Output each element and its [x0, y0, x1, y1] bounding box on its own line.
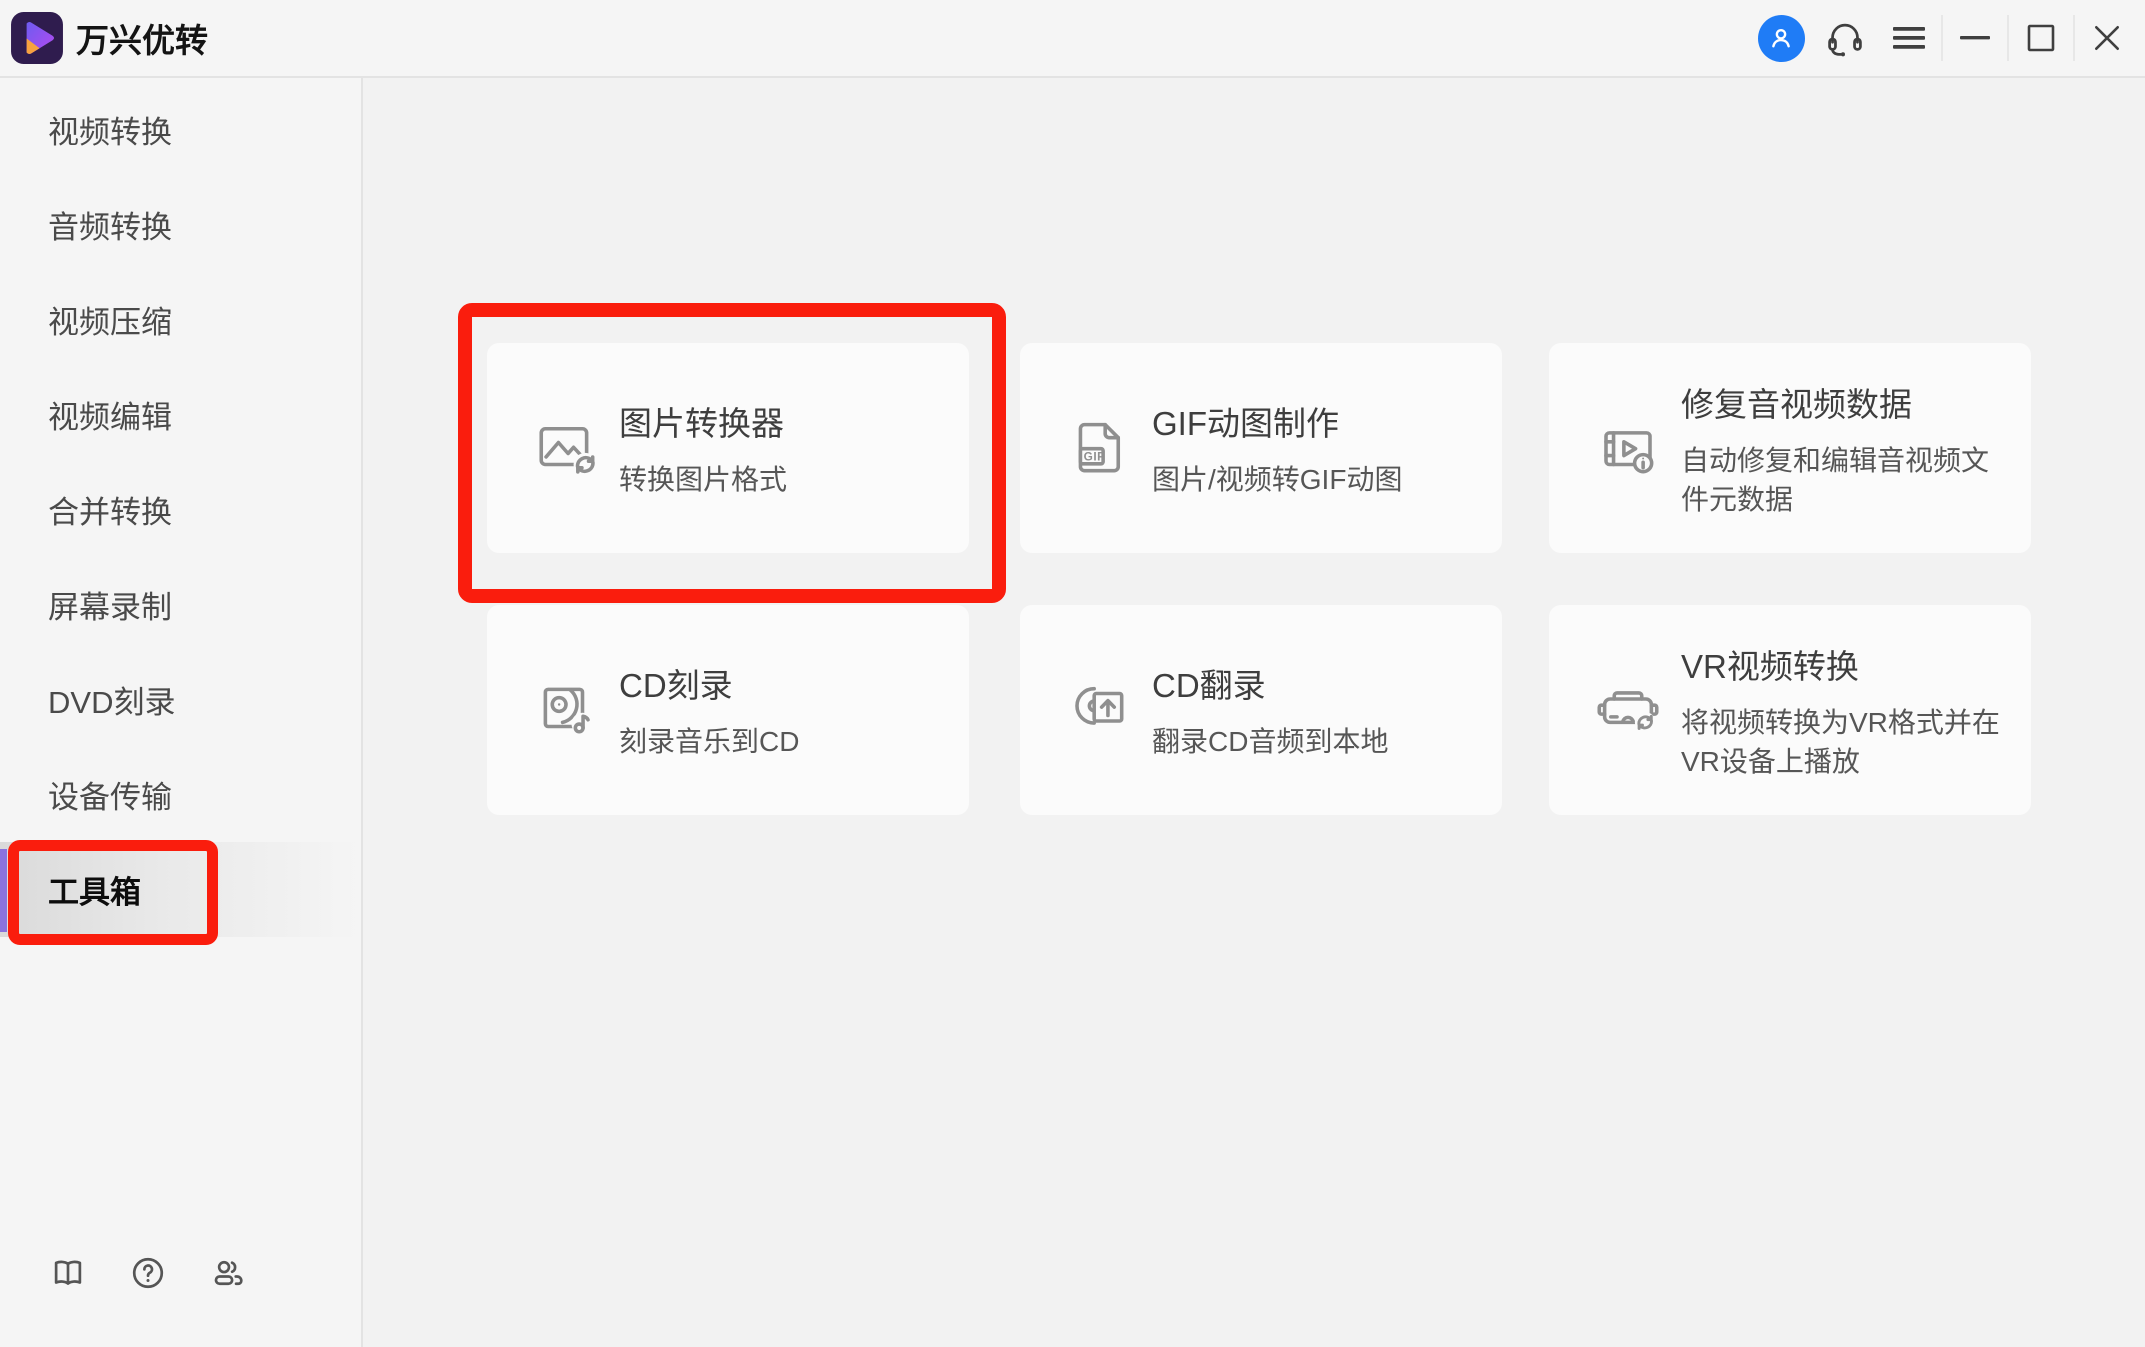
card-title: 修复音视频数据: [1681, 378, 1989, 426]
close-icon: [2092, 23, 2122, 53]
sidebar-item-label: DVD刻录: [48, 677, 175, 722]
user-guide-button[interactable]: [49, 1254, 87, 1292]
hamburger-icon: [1893, 27, 1925, 49]
card-text: CD刻录 刻录音乐到CD: [619, 659, 799, 761]
user-avatar-icon: [1758, 15, 1805, 62]
sidebar-item-video-convert[interactable]: 视频转换: [0, 82, 359, 177]
card-gif-maker[interactable]: GIF GIF动图制作 图片/视频转GIF动图: [1020, 343, 1502, 553]
sidebar-footer: [49, 1254, 247, 1292]
close-button[interactable]: [2075, 0, 2139, 76]
sidebar-item-label: 视频编辑: [48, 392, 172, 437]
sidebar-item-merge-convert[interactable]: 合并转换: [0, 462, 359, 557]
maximize-icon: [2027, 24, 2055, 52]
app-title: 万兴优转: [76, 0, 208, 76]
account-button[interactable]: [1749, 0, 1813, 76]
card-subtitle: 翻录CD音频到本地: [1152, 722, 1388, 761]
card-subtitle: 转换图片格式: [619, 460, 787, 499]
svg-text:GIF: GIF: [1084, 450, 1105, 464]
sidebar-item-label: 合并转换: [48, 487, 172, 532]
question-icon: [129, 1254, 167, 1292]
card-text: 修复音视频数据 自动修复和编辑音视频文 件元数据: [1681, 378, 1989, 519]
card-title: GIF动图制作: [1152, 397, 1402, 445]
card-image-converter[interactable]: 图片转换器 转换图片格式: [487, 343, 969, 553]
sidebar-item-video-edit[interactable]: 视频编辑: [0, 367, 359, 462]
card-text: VR视频转换 将视频转换为VR格式并在 VR设备上播放: [1681, 640, 2000, 781]
community-button[interactable]: [209, 1254, 247, 1292]
card-title: 图片转换器: [619, 397, 787, 445]
cd-burn-icon: [533, 677, 599, 743]
help-button[interactable]: [129, 1254, 167, 1292]
sidebar: 视频转换 音频转换 视频压缩 视频编辑 合并转换 屏幕录制 DVD刻录 设备传输…: [0, 78, 363, 1347]
sidebar-item-audio-convert[interactable]: 音频转换: [0, 177, 359, 272]
card-cd-rip[interactable]: CD翻录 翻录CD音频到本地: [1020, 605, 1502, 815]
card-media-metadata-repair[interactable]: 修复音视频数据 自动修复和编辑音视频文 件元数据: [1549, 343, 2031, 553]
sidebar-nav: 视频转换 音频转换 视频压缩 视频编辑 合并转换 屏幕录制 DVD刻录 设备传输…: [0, 82, 359, 937]
book-icon: [49, 1254, 87, 1292]
maximize-button[interactable]: [2009, 0, 2073, 76]
card-title: CD翻录: [1152, 659, 1388, 707]
card-subtitle: 将视频转换为VR格式并在 VR设备上播放: [1681, 703, 2000, 781]
image-converter-icon: [533, 415, 599, 481]
card-subtitle: 自动修复和编辑音视频文 件元数据: [1681, 441, 1989, 519]
card-cd-burn[interactable]: CD刻录 刻录音乐到CD: [487, 605, 969, 815]
menu-button[interactable]: [1877, 0, 1941, 76]
title-bar: 万兴优转: [0, 0, 2145, 78]
card-text: CD翻录 翻录CD音频到本地: [1152, 659, 1388, 761]
sidebar-item-label: 视频转换: [48, 107, 172, 152]
cd-rip-icon: [1066, 677, 1132, 743]
sidebar-item-label: 屏幕录制: [48, 582, 172, 627]
sidebar-item-toolbox[interactable]: 工具箱: [0, 842, 359, 937]
sidebar-item-label: 设备传输: [48, 772, 172, 817]
minimize-button[interactable]: [1943, 0, 2007, 76]
card-title: CD刻录: [619, 659, 799, 707]
card-vr-converter[interactable]: VR视频转换 将视频转换为VR格式并在 VR设备上播放: [1549, 605, 2031, 815]
card-subtitle: 刻录音乐到CD: [619, 722, 799, 761]
app-logo-icon: [10, 11, 64, 65]
card-title: VR视频转换: [1681, 640, 2000, 688]
sidebar-item-label: 视频压缩: [48, 297, 172, 342]
sidebar-item-video-compress[interactable]: 视频压缩: [0, 272, 359, 367]
titlebar-controls: [1749, 0, 2139, 76]
minimize-icon: [1960, 36, 1990, 40]
people-icon: [209, 1254, 247, 1292]
gif-maker-icon: GIF: [1066, 415, 1132, 481]
media-repair-icon: [1595, 415, 1661, 481]
sidebar-item-dvd-burn[interactable]: DVD刻录: [0, 652, 359, 747]
support-button[interactable]: [1813, 0, 1877, 76]
vr-converter-icon: [1595, 677, 1661, 743]
card-text: GIF动图制作 图片/视频转GIF动图: [1152, 397, 1402, 499]
card-text: 图片转换器 转换图片格式: [619, 397, 787, 499]
sidebar-item-label: 音频转换: [48, 202, 172, 247]
sidebar-item-device-transfer[interactable]: 设备传输: [0, 747, 359, 842]
card-subtitle: 图片/视频转GIF动图: [1152, 460, 1402, 499]
sidebar-item-screen-record[interactable]: 屏幕录制: [0, 557, 359, 652]
sidebar-item-label: 工具箱: [48, 867, 141, 912]
